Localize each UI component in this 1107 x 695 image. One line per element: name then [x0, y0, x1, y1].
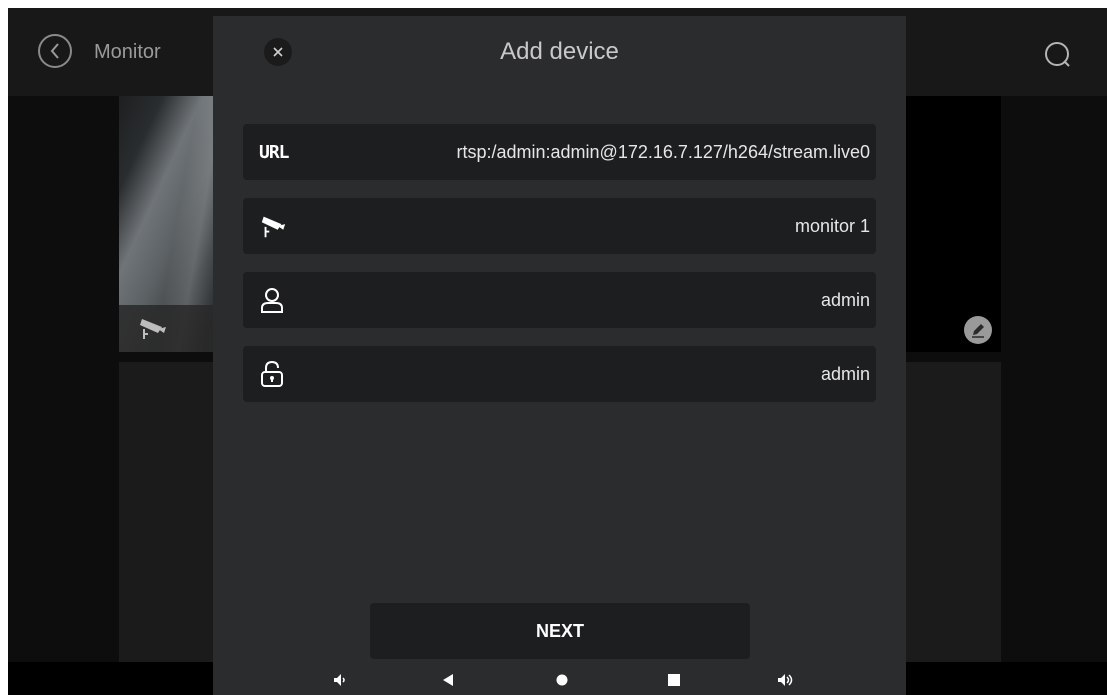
cctv-camera-icon — [136, 315, 168, 346]
volume-down-icon[interactable] — [333, 673, 347, 692]
volume-up-icon[interactable] — [777, 673, 795, 692]
cctv-camera-icon — [259, 212, 287, 240]
device-name-value: monitor 1 — [794, 216, 870, 236]
chevron-left-icon — [50, 43, 59, 59]
home-circle-icon[interactable] — [555, 673, 569, 692]
username-value: admin — [820, 290, 870, 310]
edit-button[interactable] — [964, 316, 992, 344]
user-icon — [259, 286, 287, 314]
pencil-icon — [972, 324, 984, 338]
password-value: admin — [820, 364, 870, 384]
back-triangle-icon[interactable] — [442, 673, 454, 692]
recents-square-icon[interactable] — [667, 673, 681, 692]
camera-tile-right — [905, 96, 1001, 352]
back-button[interactable] — [38, 34, 72, 68]
next-button[interactable]: NEXT — [370, 603, 750, 659]
camera-tile-empty — [905, 362, 1001, 662]
refresh-button[interactable] — [1042, 39, 1072, 69]
screen: Monitor Add device URL rtsp:/admin:admin… — [8, 8, 1107, 695]
app-title: Monitor — [94, 41, 161, 63]
lock-icon — [259, 360, 287, 388]
url-field[interactable]: URL rtsp:/admin:admin@172.16.7.127/h264/… — [243, 124, 876, 180]
camera-tile-empty — [119, 362, 219, 662]
username-field[interactable]: admin — [243, 272, 876, 328]
add-device-dialog: Add device URL rtsp:/admin:admin@172.16.… — [213, 16, 906, 695]
camera-tile-bar — [119, 305, 219, 352]
url-value: rtsp:/admin:admin@172.16.7.127/h264/stre… — [456, 142, 870, 162]
password-field[interactable]: admin — [243, 346, 876, 402]
android-nav-bar — [213, 669, 906, 695]
dialog-title: Add device — [500, 38, 619, 65]
device-name-field[interactable]: monitor 1 — [243, 198, 876, 254]
url-label: URL — [259, 141, 289, 163]
refresh-icon — [1045, 42, 1070, 67]
